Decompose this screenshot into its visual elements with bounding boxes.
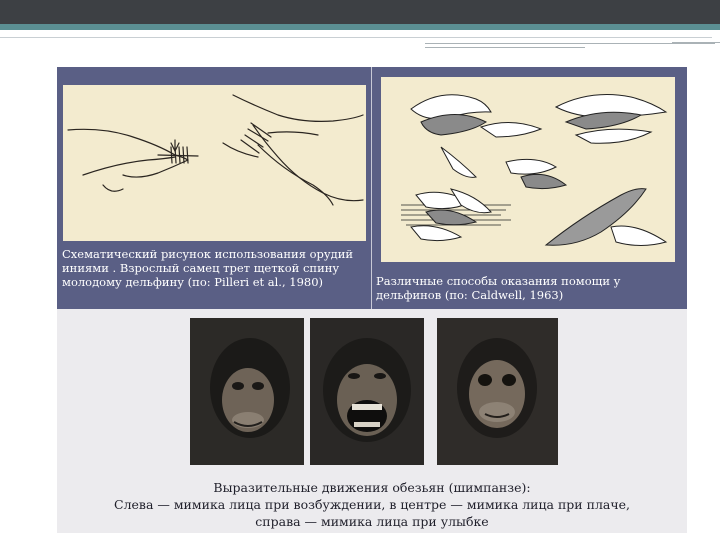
chimp-photos-caption: Выразительные движения обезьян (шимпанзе…	[57, 479, 687, 530]
decorative-line	[0, 37, 712, 38]
dolphins-helping-image	[381, 77, 675, 262]
chimp-smiling-photo	[437, 318, 558, 465]
decorative-line	[425, 43, 715, 44]
slide-accent-strip	[0, 24, 720, 30]
dolphin-tool-sketch-image	[63, 85, 366, 241]
slide-top-bar	[0, 0, 720, 26]
dolphins-helping-drawing	[401, 94, 668, 246]
caption-line: справа — мимика лица при улыбке	[255, 514, 489, 529]
left-image-caption: Схематический рисунок использования оруд…	[62, 247, 354, 289]
right-image-caption: Различные способы оказания помощи у дель…	[376, 274, 621, 302]
caption-line: Выразительные движения обезьян (шимпанзе…	[213, 480, 531, 495]
chimp-excited-photo	[190, 318, 304, 465]
chimp-crying-photo	[310, 318, 424, 465]
panel-divider	[371, 67, 372, 309]
dolphin-tool-sketch-drawing	[67, 94, 364, 206]
caption-line: Слева — мимика лица при возбуждении, в ц…	[114, 497, 630, 512]
decorative-line	[672, 42, 720, 43]
decorative-line	[425, 47, 585, 48]
